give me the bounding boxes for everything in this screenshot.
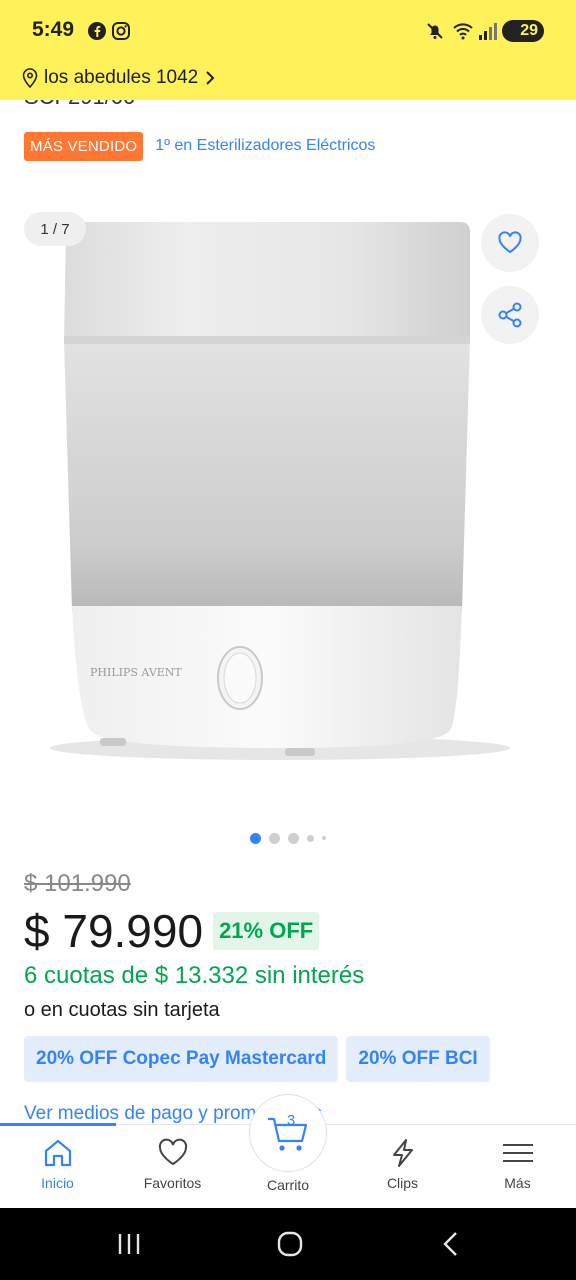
- location-address: los abedules 1042: [44, 67, 199, 88]
- product-screen: SCF291/00 5:49: [0, 0, 576, 1280]
- header-bar: 5:49 29 los abedules 1042: [0, 0, 576, 100]
- nav-label-clips: Clips: [386, 1175, 419, 1191]
- gallery-dots: [0, 830, 576, 846]
- nav-label-inicio: Inicio: [41, 1175, 74, 1191]
- discount-badge: 21% OFF: [213, 912, 320, 950]
- facebook-icon: [88, 22, 106, 40]
- cart-icon: 3: [268, 1112, 308, 1151]
- nav-label-carrito: Carrito: [266, 1177, 309, 1193]
- recent-apps-icon[interactable]: [116, 1232, 142, 1256]
- instagram-icon: [112, 22, 130, 40]
- battery-level: 29: [520, 22, 538, 39]
- menu-icon: [502, 1144, 533, 1162]
- back-icon[interactable]: [440, 1230, 462, 1258]
- promo-list: 20% OFF Copec Pay Mastercard 20% OFF BCI: [24, 1036, 490, 1082]
- status-time: 5:49: [32, 18, 75, 41]
- home-button-icon[interactable]: [276, 1230, 304, 1258]
- chevron-right-icon: [206, 71, 215, 85]
- nav-item-carrito[interactable]: 3: [249, 1094, 327, 1172]
- location-selector[interactable]: los abedules 1042: [22, 64, 216, 92]
- price-row: $ 79.990 21% OFF: [24, 904, 320, 958]
- product-badges: MÁS VENDIDO 1º en Esterilizadores Eléctr…: [24, 131, 375, 161]
- original-price: $ 101.990: [24, 870, 131, 897]
- battery-icon: 29: [502, 20, 544, 42]
- location-pin-icon: [22, 68, 38, 88]
- wifi-icon: [453, 23, 473, 40]
- nav-item-clips[interactable]: Clips: [345, 1125, 460, 1209]
- image-counter: 1 / 7: [24, 212, 86, 246]
- home-icon: [44, 1139, 71, 1167]
- installments-text: 6 cuotas de $ 13.332 sin interés: [24, 962, 365, 989]
- nav-item-inicio[interactable]: Inicio: [0, 1125, 115, 1209]
- mute-icon: [427, 23, 443, 39]
- ranking-link[interactable]: 1º en Esterilizadores Eléctricos: [155, 137, 375, 155]
- status-bar: 5:49 29: [0, 0, 576, 62]
- system-nav-bar: [0, 1208, 576, 1280]
- installments-alt-text: o en cuotas sin tarjeta: [24, 999, 220, 1021]
- gallery-dot[interactable]: [307, 834, 314, 842]
- share-button[interactable]: [481, 286, 539, 344]
- nav-label-favoritos: Favoritos: [143, 1175, 202, 1191]
- lightning-icon: [392, 1139, 413, 1167]
- heart-icon: [498, 231, 522, 254]
- signal-icon: [479, 23, 497, 40]
- current-price: $ 79.990: [24, 905, 204, 957]
- gallery-dot[interactable]: [322, 836, 326, 840]
- brand-label: PHILIPS AVENT: [90, 666, 182, 679]
- promo-bci-button[interactable]: 20% OFF BCI: [346, 1036, 490, 1082]
- nav-label-mas: Más: [504, 1175, 531, 1191]
- heart-icon: [158, 1138, 187, 1166]
- nav-item-favoritos[interactable]: Favoritos: [115, 1125, 230, 1209]
- gallery-dot[interactable]: [269, 832, 280, 844]
- gallery-dot[interactable]: [250, 832, 261, 844]
- nav-item-mas[interactable]: Más: [460, 1125, 575, 1209]
- share-icon: [498, 302, 522, 328]
- promo-copec-button[interactable]: 20% OFF Copec Pay Mastercard: [24, 1036, 339, 1082]
- cart-count: 3: [287, 1112, 295, 1129]
- product-gallery[interactable]: 1 / 7 PHILIPS AVENT: [0, 200, 576, 820]
- gallery-dot[interactable]: [288, 832, 299, 844]
- favorite-button[interactable]: [481, 214, 539, 272]
- best-seller-badge: MÁS VENDIDO: [24, 131, 144, 161]
